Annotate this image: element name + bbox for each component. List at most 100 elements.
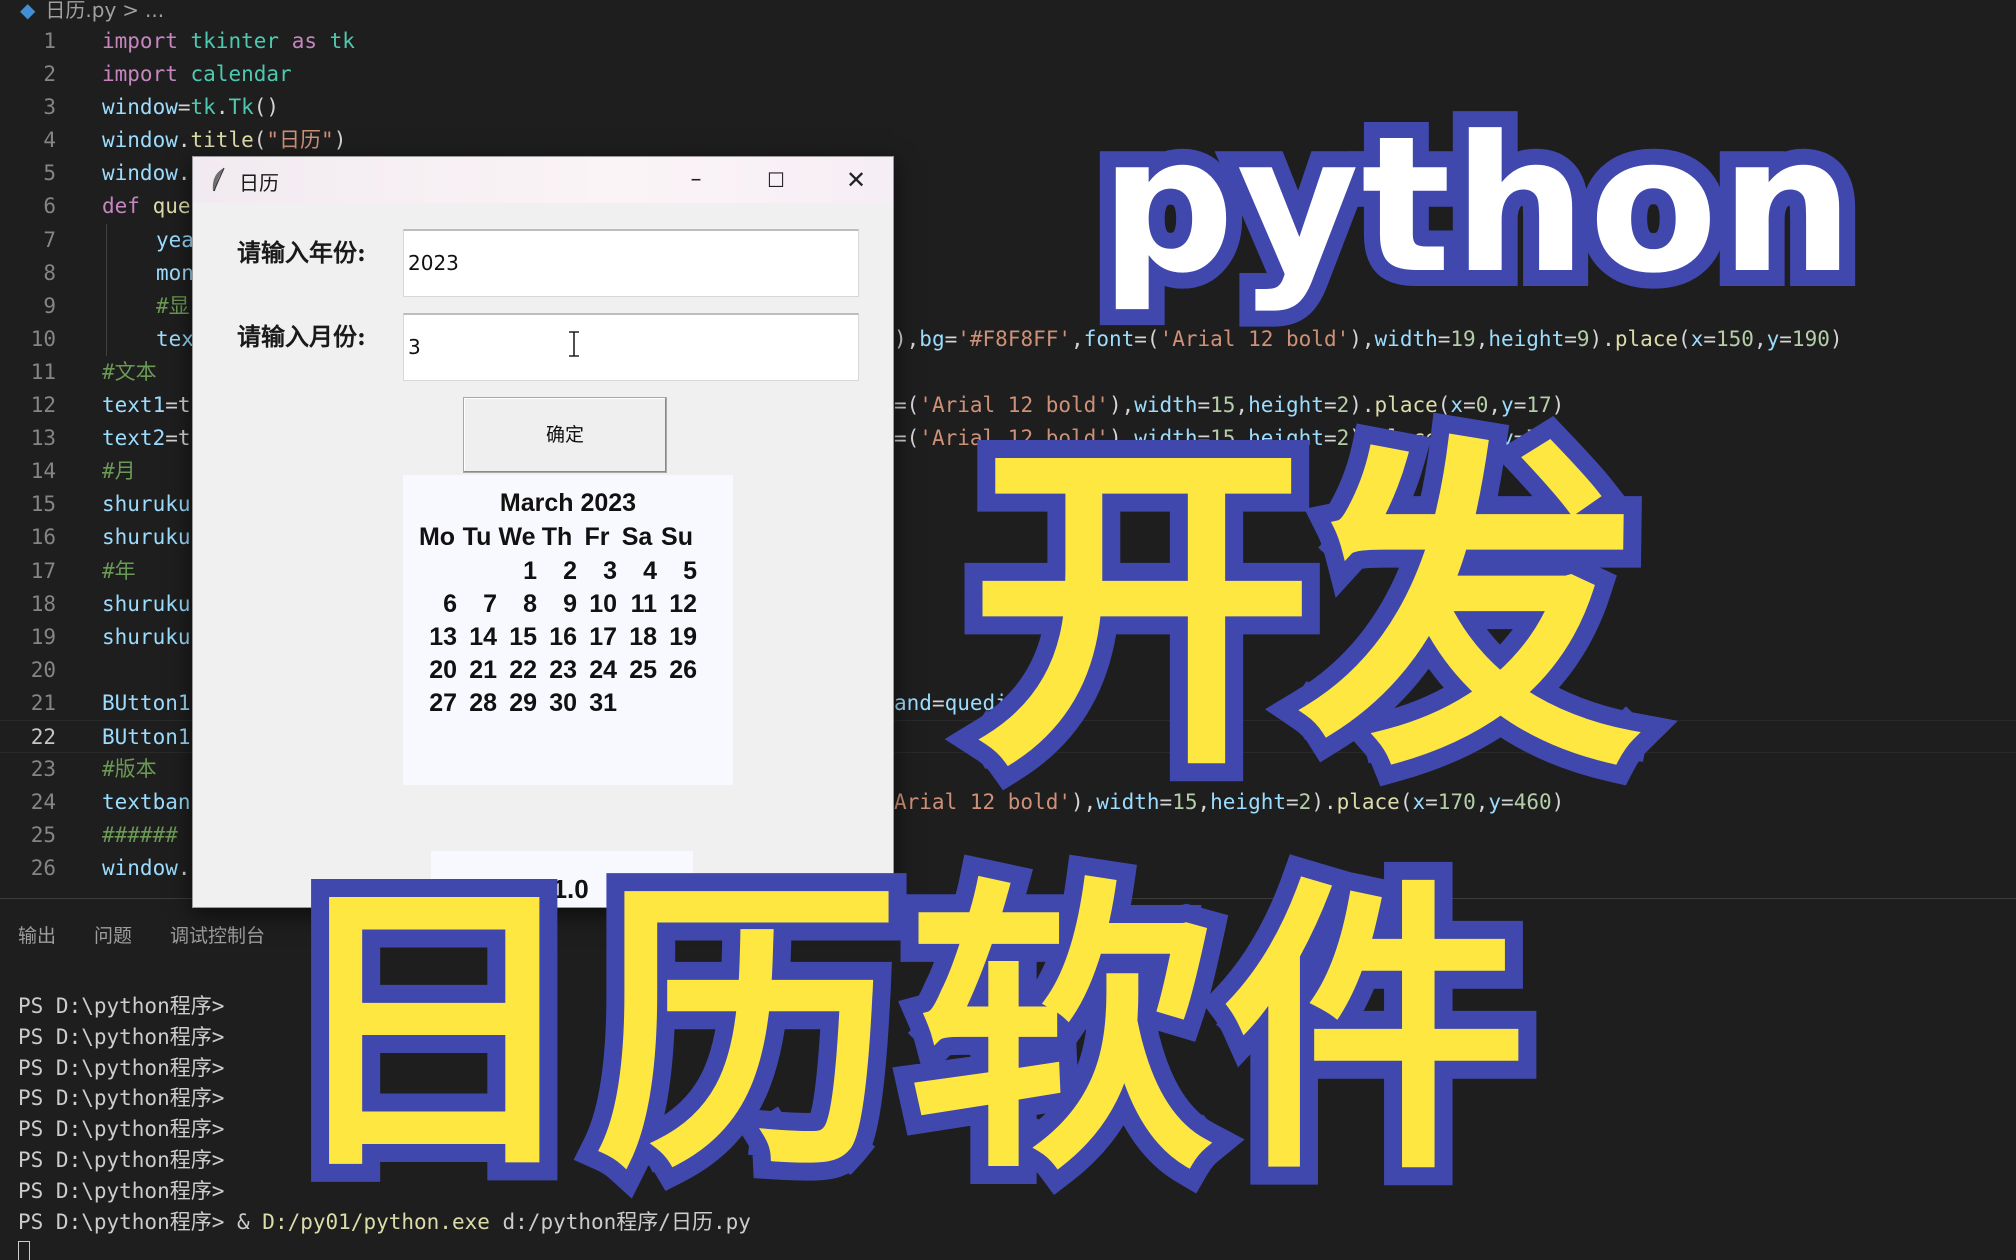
code-token: ( bbox=[253, 128, 267, 153]
code-token: , bbox=[1071, 326, 1084, 351]
code-token: window bbox=[102, 161, 178, 186]
code-token: height bbox=[1488, 326, 1565, 351]
code-token: , bbox=[1753, 326, 1767, 351]
overlay-rili-text: 日历软件 bbox=[262, 855, 1546, 1211]
calendar-day: 25 bbox=[629, 656, 657, 684]
code-token: tkinter bbox=[190, 29, 280, 53]
calendar-weekday: Su bbox=[661, 523, 693, 551]
code-token: font bbox=[1083, 326, 1135, 351]
code-text: tex bbox=[156, 323, 194, 356]
calendar-day: 1 bbox=[523, 557, 537, 585]
calendar-week-row: 27 28 29 30 31 bbox=[417, 689, 723, 718]
calendar-display: March 2023 Mo Tu We Th Fr Sa Su 1 2 3 4 5 6 7 8 9 10 11 12… bbox=[403, 475, 733, 785]
code-token: def bbox=[102, 194, 140, 219]
calendar-day: 30 bbox=[549, 689, 577, 717]
close-button[interactable]: ✕ bbox=[833, 163, 879, 197]
code-token: ), bbox=[894, 326, 920, 351]
line-number: 12 bbox=[30, 393, 56, 418]
terminal-input-line[interactable] bbox=[18, 1237, 751, 1260]
code-token: =t bbox=[165, 393, 191, 418]
code-token: "日历" bbox=[266, 128, 334, 153]
code-token: =( bbox=[894, 426, 920, 451]
calendar-day: 10 bbox=[589, 590, 617, 618]
code-text: mon bbox=[156, 257, 194, 290]
code-text: #显 bbox=[156, 290, 190, 323]
code-text: BUtton1 bbox=[102, 721, 191, 754]
code-token: ###### bbox=[102, 823, 178, 848]
code-token: =( bbox=[1134, 326, 1160, 351]
code-text: text1=t bbox=[102, 389, 191, 422]
window-titlebar[interactable]: 日历 – ☐ ✕ bbox=[193, 157, 893, 203]
code-text-continued: ),bg='#F8F8FF',font=('Arial 12 bold'),wi… bbox=[894, 323, 1843, 356]
terminal-cursor bbox=[18, 1241, 30, 1260]
calendar-day: 28 bbox=[469, 689, 497, 717]
code-token: 190 bbox=[1791, 326, 1830, 351]
code-token: = bbox=[1437, 326, 1451, 351]
code-token: #显 bbox=[156, 293, 190, 318]
year-input[interactable]: 2023 bbox=[403, 229, 859, 297]
code-token: = bbox=[931, 690, 945, 715]
code-token: shuruku bbox=[102, 492, 191, 517]
code-text: BUtton1 bbox=[102, 687, 191, 720]
calendar-day: 18 bbox=[629, 623, 657, 651]
code-token: #文本 bbox=[102, 359, 157, 384]
calendar-weekday: We bbox=[498, 523, 536, 551]
code-token: = bbox=[1779, 326, 1792, 351]
calendar-weekday-row: Mo Tu We Th Fr Sa Su bbox=[417, 523, 723, 552]
maximize-button[interactable]: ☐ bbox=[753, 163, 799, 197]
code-line[interactable]: 1 import tkinter as tk bbox=[0, 25, 2016, 58]
tab-debug-console[interactable]: 调试控制台 bbox=[170, 925, 265, 947]
line-number: 16 bbox=[30, 525, 56, 550]
code-token: text2 bbox=[102, 426, 166, 451]
terminal-command-line: PS D:\python程序> & D:/py01/python.exe d:/… bbox=[18, 1207, 751, 1238]
code-token: BUtton1 bbox=[102, 724, 191, 749]
calendar-app-window[interactable]: 日历 – ☐ ✕ 请输入年份: 2023 请输入月份: 3 确定 March 2… bbox=[192, 156, 894, 908]
breadcrumb-file[interactable]: 日历.py bbox=[45, 0, 116, 22]
calendar-weekday: Th bbox=[541, 523, 573, 551]
code-token: ) bbox=[333, 128, 347, 153]
code-token: ). bbox=[1589, 326, 1615, 351]
window-title: 日历 bbox=[239, 171, 279, 195]
code-line[interactable]: 2 import calendar bbox=[0, 58, 2016, 91]
code-token: que bbox=[152, 194, 191, 219]
code-token: place bbox=[1614, 326, 1679, 351]
code-text: shuruku bbox=[102, 488, 191, 521]
code-text: window=tk.Tk() bbox=[102, 91, 279, 124]
code-text: #年 bbox=[102, 555, 136, 588]
line-number: 7 bbox=[43, 227, 56, 252]
calendar-day: 24 bbox=[589, 656, 617, 684]
code-token: text1 bbox=[102, 393, 166, 418]
line-number: 11 bbox=[30, 359, 56, 384]
code-token: import bbox=[102, 29, 178, 53]
code-token: calendar bbox=[190, 62, 292, 87]
code-text: #文本 bbox=[102, 356, 157, 389]
month-input[interactable]: 3 bbox=[403, 313, 859, 381]
code-token: mon bbox=[156, 260, 194, 285]
calendar-weekday: Sa bbox=[621, 523, 653, 551]
confirm-button[interactable]: 确定 bbox=[463, 397, 667, 473]
code-token: . bbox=[177, 161, 191, 186]
code-token: () bbox=[253, 95, 280, 120]
code-token: ( bbox=[1678, 326, 1691, 351]
calendar-day: 6 bbox=[443, 590, 457, 618]
calendar-day: 4 bbox=[643, 557, 657, 585]
calendar-day: 29 bbox=[509, 689, 537, 717]
line-number: 23 bbox=[30, 757, 56, 782]
calendar-day: 3 bbox=[603, 557, 617, 585]
breadcrumb-more[interactable]: ... bbox=[145, 0, 164, 22]
calendar-day: 27 bbox=[429, 689, 457, 717]
line-number: 24 bbox=[30, 790, 56, 815]
code-token: . bbox=[215, 95, 229, 120]
calendar-week-row: 20 21 22 23 24 25 26 bbox=[417, 656, 723, 685]
breadcrumb[interactable]: ◆ 日历.py >... bbox=[0, 0, 2016, 22]
code-token: width bbox=[1374, 326, 1438, 351]
minimize-button[interactable]: – bbox=[673, 163, 719, 197]
tab-problems[interactable]: 问题 bbox=[94, 925, 132, 947]
code-token: 150 bbox=[1716, 326, 1754, 351]
calendar-weekday: Tu bbox=[462, 523, 492, 551]
year-label: 请输入年份: bbox=[237, 238, 366, 267]
tab-output[interactable]: 输出 bbox=[18, 925, 56, 947]
